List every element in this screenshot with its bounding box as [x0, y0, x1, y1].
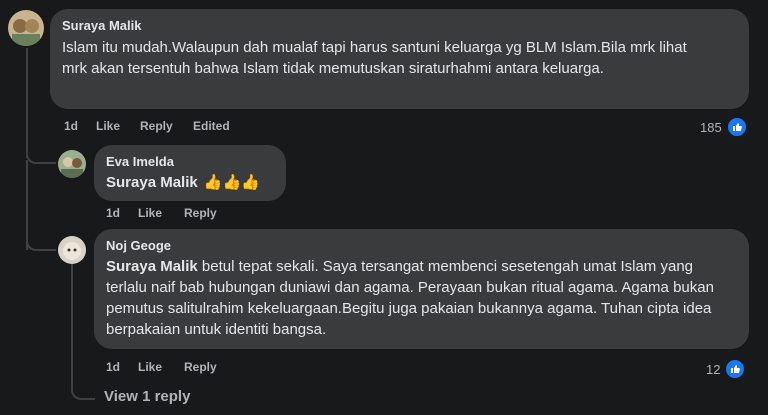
reaction-summary[interactable]: 12 — [706, 358, 747, 380]
avatar-image-icon — [58, 236, 86, 264]
avatar[interactable] — [58, 236, 86, 264]
like-button[interactable]: Like — [138, 206, 184, 220]
thread-line-reply-2 — [71, 262, 73, 377]
reply-author[interactable]: Noj Geoge — [106, 238, 171, 253]
reply-actions: 1d Like Reply — [106, 206, 217, 220]
reply-author[interactable]: Eva Imelda — [106, 154, 174, 169]
comment-author[interactable]: Suraya Malik — [62, 18, 142, 33]
thumbs-up-emoji: 👍👍👍 — [203, 174, 260, 191]
thread-elbow-reply-2 — [26, 225, 56, 251]
avatar[interactable] — [8, 10, 44, 46]
avatar-image-icon — [8, 10, 44, 46]
reply-text: Suraya Malik betul tepat sekali. Saya te… — [106, 258, 714, 338]
reaction-summary[interactable]: 185 — [700, 116, 748, 138]
comment-actions: 1d Like Reply Edited — [64, 119, 230, 133]
comment-text: Islam itu mudah.Walaupun dah mualaf tapi… — [62, 39, 687, 77]
reaction-count: 12 — [706, 361, 721, 377]
thread-elbow-view-replies — [71, 370, 95, 400]
reply-actions: 1d Like Reply — [106, 360, 217, 374]
edited-label: Edited — [193, 119, 230, 133]
thread-elbow-reply-1 — [26, 140, 56, 164]
like-reaction-icon — [724, 358, 747, 380]
reply-button[interactable]: Reply — [184, 206, 217, 220]
reply-button[interactable]: Reply — [184, 360, 217, 374]
mention-link[interactable]: Suraya Malik — [106, 174, 198, 191]
avatar[interactable] — [58, 150, 86, 178]
like-reaction-icon — [725, 116, 748, 138]
reaction-count: 185 — [700, 119, 722, 135]
comment-time[interactable]: 1d — [64, 119, 96, 133]
reply-text: Suraya Malik 👍👍👍 — [106, 172, 260, 193]
like-button[interactable]: Like — [138, 360, 184, 374]
avatar-image-icon — [58, 150, 86, 178]
reply-time[interactable]: 1d — [106, 206, 138, 220]
like-button[interactable]: Like — [96, 119, 140, 133]
reply-button[interactable]: Reply — [140, 119, 193, 133]
view-replies-link[interactable]: View 1 reply — [104, 388, 190, 405]
mention-link[interactable]: Suraya Malik — [106, 258, 198, 275]
reply-time[interactable]: 1d — [106, 360, 138, 374]
